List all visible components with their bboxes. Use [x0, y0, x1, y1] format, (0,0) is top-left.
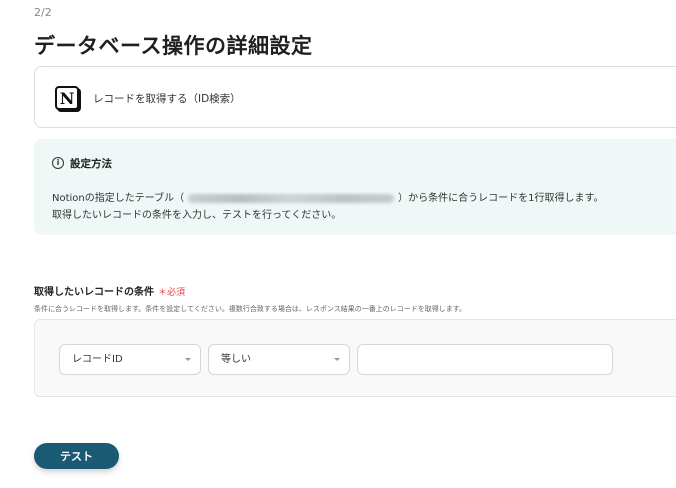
chevron-down-icon: [185, 358, 191, 361]
info-icon: i: [52, 157, 64, 169]
step-indicator: 2/2: [34, 6, 52, 19]
info-line-1: Notionの指定したテーブル（ ）から条件に合うレコードを1行取得します。: [52, 189, 604, 204]
operator-select[interactable]: 等しい: [208, 344, 350, 375]
info-line-1-suffix: ）から条件に合うレコードを1行取得します。: [398, 193, 604, 204]
redacted-table-id: [188, 193, 395, 203]
required-badge: ＊必須: [158, 288, 186, 298]
action-card: N レコードを取得する（ID検索）: [34, 66, 676, 128]
conditions-description: 条件に合うレコードを取得します。条件を設定してください。複数行合致する場合は、レ…: [34, 305, 467, 313]
test-button[interactable]: テスト: [34, 443, 119, 469]
field-select[interactable]: レコードID: [59, 344, 201, 375]
page-title: データベース操作の詳細設定: [34, 34, 313, 58]
notion-logo-icon: N: [55, 86, 79, 110]
conditions-title: 取得したいレコードの条件 ＊必須: [34, 283, 185, 298]
info-line-1-prefix: Notionの指定したテーブル（: [52, 193, 185, 204]
info-title: 設定方法: [70, 158, 112, 170]
action-label: レコードを取得する（ID検索）: [93, 93, 241, 105]
operator-select-value: 等しい: [221, 354, 251, 365]
conditions-title-text: 取得したいレコードの条件: [34, 287, 154, 298]
field-select-value: レコードID: [72, 354, 123, 365]
conditions-panel: レコードID 等しい: [34, 319, 676, 397]
condition-value-input[interactable]: [357, 344, 613, 375]
chevron-down-icon: [334, 358, 340, 361]
info-line-2: 取得したいレコードの条件を入力し、テストを行ってください。: [52, 210, 342, 221]
info-box: i 設定方法 Notionの指定したテーブル（ ）から条件に合うレコードを1行取得…: [34, 139, 676, 235]
